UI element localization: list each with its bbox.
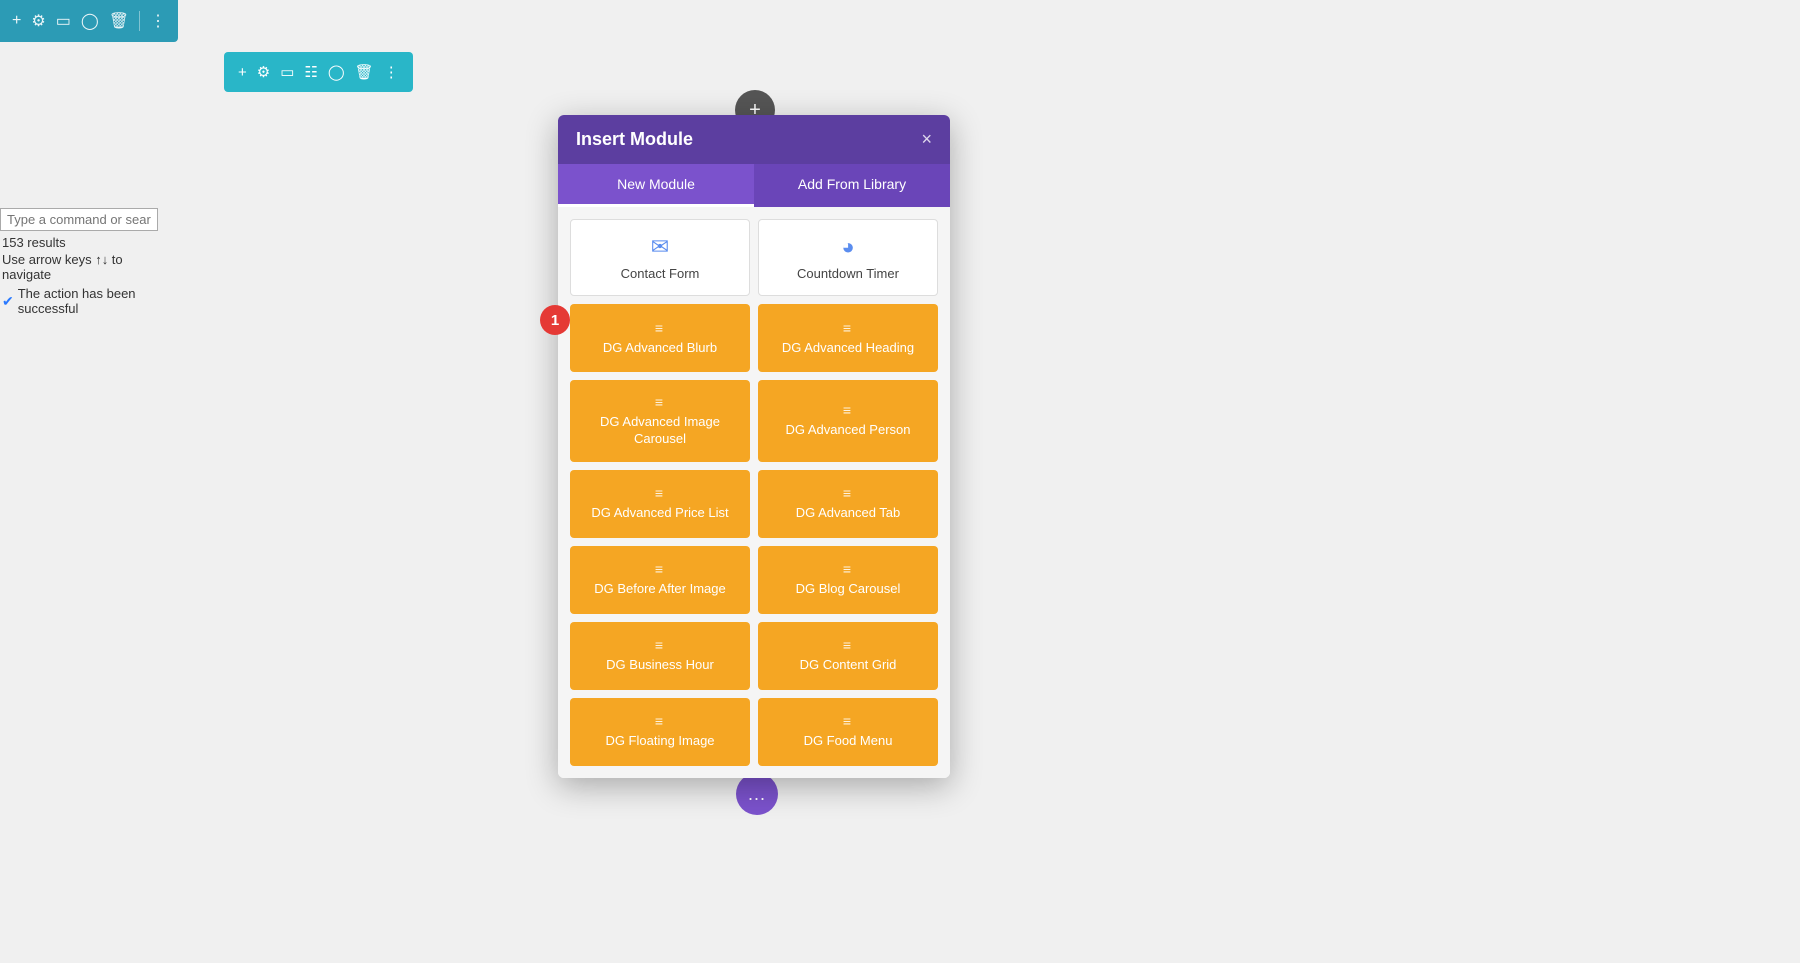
modal-close-button[interactable]: × bbox=[921, 129, 932, 150]
module-card-dg-advanced-blurb[interactable]: ≡ DG Advanced Blurb bbox=[570, 304, 750, 372]
dg-advanced-person-label: DG Advanced Person bbox=[785, 422, 910, 439]
menu-icon-12: ≡ bbox=[843, 713, 853, 729]
menu-icon-7: ≡ bbox=[655, 561, 665, 577]
modal-tabs: New Module Add From Library bbox=[558, 164, 950, 207]
dg-floating-image-label: DG Floating Image bbox=[605, 733, 714, 750]
dg-advanced-heading-label: DG Advanced Heading bbox=[782, 340, 914, 357]
tab-new-module[interactable]: New Module bbox=[558, 164, 754, 207]
dg-food-menu-label: DG Food Menu bbox=[804, 733, 893, 750]
menu-icon-4: ≡ bbox=[843, 402, 853, 418]
modal-title: Insert Module bbox=[576, 129, 693, 150]
dg-blog-carousel-label: DG Blog Carousel bbox=[796, 581, 901, 598]
dg-advanced-tab-label: DG Advanced Tab bbox=[796, 505, 901, 522]
modal-header: Insert Module × bbox=[558, 115, 950, 164]
modal-overlay: Insert Module × New Module Add From Libr… bbox=[0, 0, 1800, 963]
module-card-countdown-timer[interactable]: ◕ Countdown Timer bbox=[758, 219, 938, 296]
menu-icon-8: ≡ bbox=[843, 561, 853, 577]
menu-icon-5: ≡ bbox=[655, 485, 665, 501]
dg-before-after-image-label: DG Before After Image bbox=[594, 581, 726, 598]
module-card-dg-advanced-person[interactable]: ≡ DG Advanced Person bbox=[758, 380, 938, 462]
module-card-dg-business-hour[interactable]: ≡ DG Business Hour bbox=[570, 622, 750, 690]
module-card-dg-food-menu[interactable]: ≡ DG Food Menu bbox=[758, 698, 938, 766]
dg-advanced-image-carousel-label: DG Advanced Image Carousel bbox=[578, 414, 742, 448]
module-card-dg-advanced-heading[interactable]: ≡ DG Advanced Heading bbox=[758, 304, 938, 372]
module-card-dg-advanced-tab[interactable]: ≡ DG Advanced Tab bbox=[758, 470, 938, 538]
menu-icon-11: ≡ bbox=[655, 713, 665, 729]
menu-icon-9: ≡ bbox=[655, 637, 665, 653]
modal-body: ✉ Contact Form ◕ Countdown Timer ≡ DG Ad… bbox=[558, 207, 950, 778]
module-card-dg-before-after-image[interactable]: ≡ DG Before After Image bbox=[570, 546, 750, 614]
module-card-dg-content-grid[interactable]: ≡ DG Content Grid bbox=[758, 622, 938, 690]
dg-business-hour-label: DG Business Hour bbox=[606, 657, 714, 674]
module-card-contact-form[interactable]: ✉ Contact Form bbox=[570, 219, 750, 296]
module-grid: ✉ Contact Form ◕ Countdown Timer ≡ DG Ad… bbox=[570, 219, 938, 766]
module-card-dg-floating-image[interactable]: ≡ DG Floating Image bbox=[570, 698, 750, 766]
menu-icon-2: ≡ bbox=[843, 320, 853, 336]
menu-icon-3: ≡ bbox=[655, 394, 665, 410]
envelope-icon: ✉ bbox=[651, 234, 669, 260]
dg-content-grid-label: DG Content Grid bbox=[800, 657, 897, 674]
insert-module-modal: Insert Module × New Module Add From Libr… bbox=[558, 115, 950, 778]
dg-advanced-blurb-label: DG Advanced Blurb bbox=[603, 340, 717, 357]
power-circle-icon: ◕ bbox=[841, 234, 854, 260]
countdown-timer-label: Countdown Timer bbox=[797, 266, 899, 281]
module-card-dg-advanced-price-list[interactable]: ≡ DG Advanced Price List bbox=[570, 470, 750, 538]
module-card-dg-advanced-image-carousel[interactable]: ≡ DG Advanced Image Carousel bbox=[570, 380, 750, 462]
module-card-dg-blog-carousel[interactable]: ≡ DG Blog Carousel bbox=[758, 546, 938, 614]
menu-icon-10: ≡ bbox=[843, 637, 853, 653]
tab-add-from-library[interactable]: Add From Library bbox=[754, 164, 950, 207]
badge-number: 1 bbox=[540, 305, 570, 335]
dg-advanced-price-list-label: DG Advanced Price List bbox=[591, 505, 728, 522]
menu-icon-6: ≡ bbox=[843, 485, 853, 501]
contact-form-label: Contact Form bbox=[621, 266, 700, 281]
menu-icon-1: ≡ bbox=[655, 320, 665, 336]
